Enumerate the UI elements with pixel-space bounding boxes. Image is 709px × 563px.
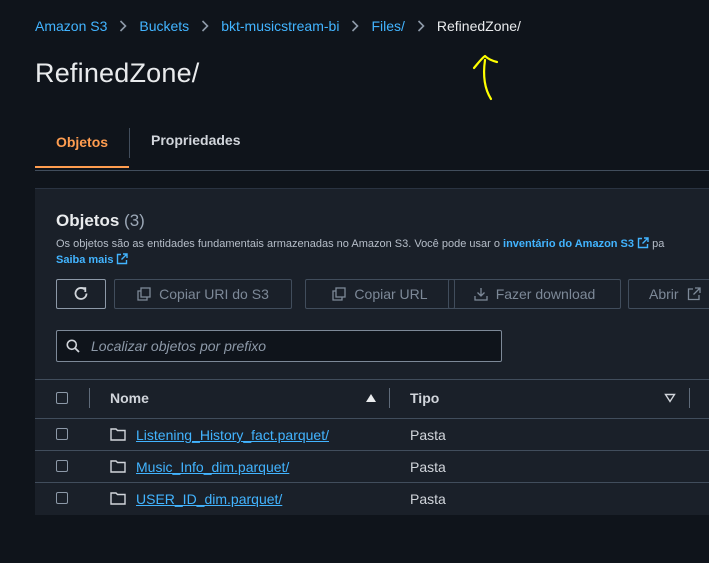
copy-url-label: Copiar URL [354,286,428,302]
refresh-icon [74,287,88,300]
column-divider [389,388,390,408]
inventory-link[interactable]: inventário do Amazon S3 [503,237,649,250]
object-count: (3) [124,211,145,230]
external-link-icon [637,237,649,249]
open-label: Abrir [649,286,679,302]
tab-divider [129,128,130,158]
table-row: Listening_History_fact.parquet/ Pasta [35,419,709,451]
copy-s3-uri-label: Copiar URI do S3 [159,286,269,302]
copy-url-button[interactable]: Copiar URL [305,279,455,309]
search-box [56,330,502,362]
select-all-checkbox[interactable] [56,392,68,404]
objects-panel: Objetos (3) Os objetos são as entidades … [35,188,709,515]
row-checkbox[interactable] [56,492,68,504]
sort-ascending-icon[interactable] [365,393,377,403]
table-header: Nome Tipo [35,379,709,419]
learn-more-link[interactable]: Saiba mais [56,253,129,266]
open-button[interactable]: Abrir [628,279,709,309]
column-divider [89,388,90,408]
breadcrumb-files[interactable]: Files/ [371,18,404,34]
description-suffix: pa [649,238,665,250]
filter-down-icon[interactable] [664,393,676,403]
row-checkbox[interactable] [56,428,68,440]
search-input[interactable] [89,337,473,355]
object-link[interactable]: USER_ID_dim.parquet/ [136,491,282,507]
panel-description-line2: Saiba mais [56,253,129,266]
panel-description: Os objetos são as entidades fundamentais… [56,237,664,250]
panel-title: Objetos (3) [56,211,145,231]
download-icon [474,288,488,301]
panel-title-text: Objetos [56,211,120,230]
row-checkbox[interactable] [56,460,68,472]
object-link[interactable]: Music_Info_dim.parquet/ [136,459,289,475]
column-header-name[interactable]: Nome [110,390,149,406]
chevron-right-icon [111,19,135,33]
copy-s3-uri-button[interactable]: Copiar URI do S3 [114,279,292,309]
breadcrumb-bucket[interactable]: bkt-musicstream-bi [221,18,339,34]
external-link-icon [117,253,129,265]
page-title: RefinedZone/ [35,58,200,88]
folder-icon [110,428,126,441]
object-type: Pasta [410,459,446,475]
tab-bar: Objetos Propriedades [35,118,709,171]
chevron-right-icon [409,19,433,33]
inventory-link-text: inventário do Amazon S3 [503,238,635,250]
learn-more-text: Saiba mais [56,254,114,266]
column-header-type[interactable]: Tipo [410,390,439,406]
folder-icon [110,492,126,505]
table-row: USER_ID_dim.parquet/ Pasta [35,483,709,514]
object-type: Pasta [410,427,446,443]
breadcrumb-current: RefinedZone/ [436,18,521,34]
download-button[interactable]: Fazer download [448,279,621,309]
tab-properties[interactable]: Propriedades [151,118,240,162]
search-icon [66,339,80,353]
table-row: Music_Info_dim.parquet/ Pasta [35,451,709,483]
chevron-right-icon [343,19,367,33]
copy-icon [332,287,347,301]
copy-icon [137,287,151,301]
column-divider [689,388,690,408]
breadcrumb-buckets[interactable]: Buckets [139,18,189,34]
folder-icon [110,460,126,473]
annotation-arrow-icon [472,54,499,101]
object-type: Pasta [410,491,446,507]
description-text: Os objetos são as entidades fundamentais… [56,238,504,250]
chevron-right-icon [193,19,217,33]
tab-objects[interactable]: Objetos [35,118,129,168]
breadcrumb: Amazon S3 Buckets bkt-musicstream-bi Fil… [35,17,521,35]
download-label: Fazer download [495,286,596,302]
object-link[interactable]: Listening_History_fact.parquet/ [136,427,329,443]
external-link-icon [687,287,701,301]
objects-table: Nome Tipo Listening_History_fact.parquet… [35,379,709,514]
breadcrumb-amazon-s3[interactable]: Amazon S3 [35,18,107,34]
refresh-button[interactable] [56,279,106,309]
